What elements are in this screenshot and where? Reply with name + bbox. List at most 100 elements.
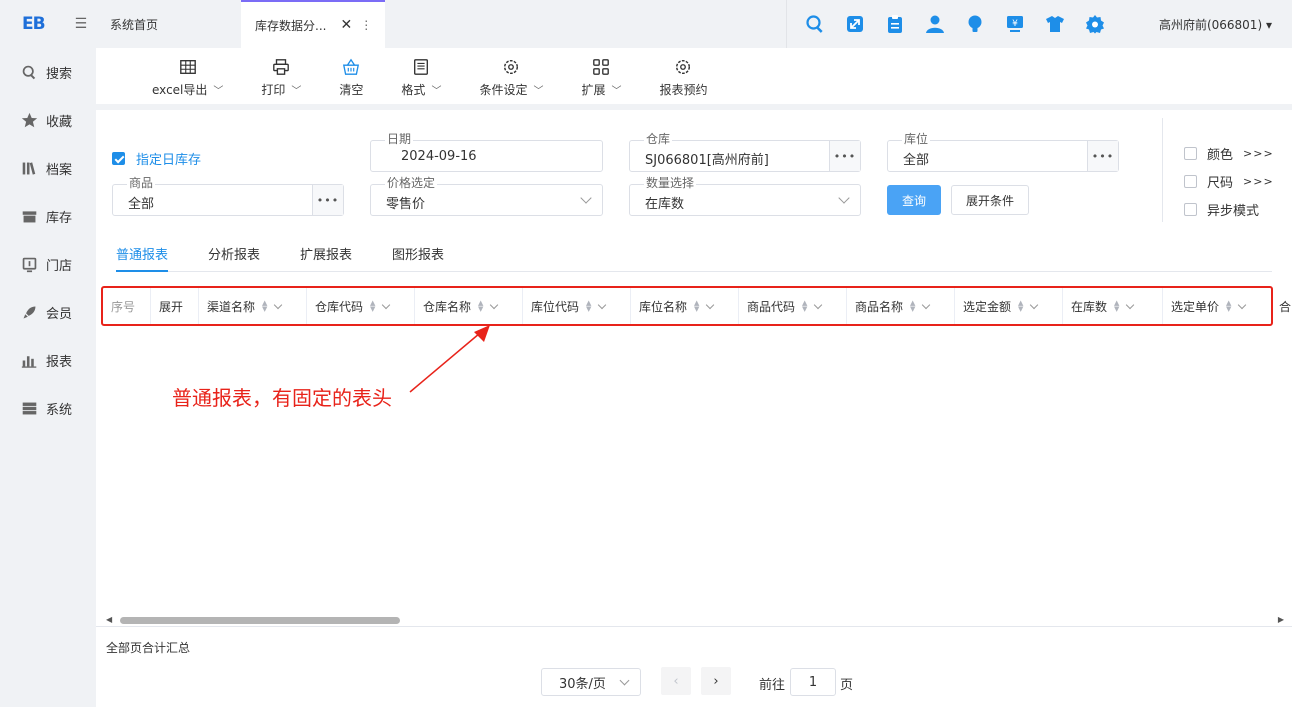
bulb-icon[interactable] — [963, 12, 987, 36]
column-header[interactable]: 渠道名称 ▲ ▼ — [199, 288, 307, 324]
sort-icon[interactable]: ▲ ▼ — [262, 300, 267, 313]
warehouse-field[interactable]: 仓库 SJ066801[高州府前] ••• — [629, 132, 861, 172]
ellipsis-icon[interactable]: ••• — [1087, 141, 1118, 171]
checkbox[interactable] — [1184, 203, 1197, 216]
tab-analysis-report[interactable]: 分析报表 — [208, 240, 260, 271]
sort-icon[interactable]: ▲ ▼ — [370, 300, 375, 313]
column-header[interactable]: 序号 — [103, 288, 151, 324]
column-header[interactable]: 仓库代码 ▲ ▼ — [307, 288, 415, 324]
page-size-select[interactable]: 30条/页 — [541, 668, 641, 696]
column-header[interactable]: 展开 — [151, 288, 199, 324]
tab-chart-report[interactable]: 图形报表 — [392, 240, 444, 271]
column-header[interactable]: 选定单价 ▲ ▼ — [1163, 288, 1271, 324]
scroll-thumb[interactable] — [120, 617, 400, 624]
column-header[interactable]: 库位代码 ▲ ▼ — [523, 288, 631, 324]
excel-export-button[interactable]: excel导出 ﹀ — [152, 58, 223, 98]
expand-icon[interactable] — [843, 12, 867, 36]
next-page-button[interactable]: › — [701, 667, 731, 695]
sort-icon[interactable]: ▲ ▼ — [694, 300, 699, 313]
chevron-down-icon[interactable] — [1238, 300, 1247, 309]
store-selector[interactable]: 高州府前(066801) ▾ — [1159, 16, 1272, 33]
scroll-left-icon[interactable]: ◀ — [106, 615, 112, 624]
sidebar-item-inventory[interactable]: 库存 — [0, 192, 96, 240]
chevron-down-icon[interactable] — [814, 300, 823, 309]
sort-icon[interactable]: ▲ ▼ — [478, 300, 483, 313]
tab-normal-report[interactable]: 普通报表 — [116, 240, 169, 272]
expand-conditions-button[interactable]: 展开条件 — [951, 185, 1029, 215]
quantity-select[interactable]: 数量选择 在库数 — [629, 176, 861, 216]
annotation-text: 普通报表，有固定的表头 — [172, 386, 392, 410]
print-button[interactable]: 打印 ﹀ — [261, 58, 301, 98]
sidebar-item-search[interactable]: 搜索 — [0, 48, 96, 96]
more-arrows[interactable]: >>> — [1243, 147, 1274, 160]
clear-button[interactable]: 清空 — [339, 58, 363, 98]
chevron-down-icon[interactable] — [1126, 300, 1135, 309]
prev-page-button[interactable]: ‹ — [661, 667, 691, 695]
sidebar-item-favorites[interactable]: 收藏 — [0, 96, 96, 144]
chevron-down-icon[interactable] — [382, 300, 391, 309]
format-button[interactable]: 格式 ﹀ — [401, 58, 441, 98]
option-async[interactable]: 异步模式 — [1184, 200, 1259, 219]
date-field[interactable]: 日期 2024-09-16 — [370, 132, 603, 172]
tab-home[interactable]: 系统首页 — [110, 0, 158, 48]
shirt-icon[interactable] — [1043, 12, 1067, 36]
location-field[interactable]: 库位 全部 ••• — [887, 132, 1119, 172]
sort-icon[interactable]: ▲ ▼ — [1018, 300, 1023, 313]
sidebar-item-system[interactable]: 系统 — [0, 384, 96, 432]
warehouse-input[interactable]: SJ066801[高州府前] — [645, 149, 769, 168]
goods-field[interactable]: 商品 全部 ••• — [112, 176, 344, 216]
chevron-down-icon[interactable] — [598, 300, 607, 309]
column-header[interactable]: 库位名称 ▲ ▼ — [631, 288, 739, 324]
more-vertical-icon[interactable]: ⋮ — [360, 18, 372, 32]
column-header[interactable]: 仓库名称 ▲ ▼ — [415, 288, 523, 324]
column-header-partial[interactable]: 合 — [1279, 298, 1291, 315]
date-input[interactable]: 2024-09-16 — [401, 149, 477, 164]
chevron-down-icon[interactable] — [922, 300, 931, 309]
more-arrows[interactable]: >>> — [1243, 175, 1274, 188]
option-color[interactable]: 颜色 >>> — [1184, 144, 1274, 163]
location-input[interactable]: 全部 — [903, 149, 929, 168]
ellipsis-icon[interactable]: ••• — [829, 141, 860, 171]
sidebar-item-store[interactable]: 门店 — [0, 240, 96, 288]
column-header[interactable]: 在库数 ▲ ▼ — [1063, 288, 1163, 324]
checkbox[interactable] — [1184, 147, 1197, 160]
sidebar-item-report[interactable]: 报表 — [0, 336, 96, 384]
tab-extended-report[interactable]: 扩展报表 — [300, 240, 352, 271]
condition-settings-button[interactable]: 条件设定 ﹀ — [479, 58, 543, 98]
gear-icon[interactable] — [1083, 12, 1107, 36]
menu-fold-icon[interactable]: ☰ — [75, 16, 88, 32]
column-header[interactable]: 商品名称 ▲ ▼ — [847, 288, 955, 324]
chevron-down-icon[interactable] — [490, 300, 499, 309]
horizontal-scrollbar[interactable]: ◀ ▶ — [104, 614, 1284, 626]
report-schedule-button[interactable]: 报表预约 — [659, 58, 707, 98]
column-header[interactable]: 选定金额 ▲ ▼ — [955, 288, 1063, 324]
scroll-right-icon[interactable]: ▶ — [1278, 615, 1284, 624]
sort-icon[interactable]: ▲ ▼ — [1226, 300, 1231, 313]
sort-icon[interactable]: ▲ ▼ — [586, 300, 591, 313]
extend-button[interactable]: 扩展 ﹀ — [581, 58, 621, 98]
chevron-down-icon[interactable] — [1030, 300, 1039, 309]
sort-icon[interactable]: ▲ ▼ — [802, 300, 807, 313]
tab-inventory-analysis[interactable]: 库存数据分... ✕ ⋮ — [241, 0, 385, 48]
sort-icon[interactable]: ▲ ▼ — [910, 300, 915, 313]
page-number-input[interactable]: 1 — [790, 668, 836, 696]
close-icon[interactable]: ✕ — [340, 17, 352, 33]
specified-date-checkbox[interactable]: 指定日库存 — [112, 149, 201, 168]
clipboard-icon[interactable] — [883, 12, 907, 36]
goods-input[interactable]: 全部 — [128, 193, 154, 212]
price-select[interactable]: 价格选定 零售价 — [370, 176, 603, 216]
chevron-down-icon[interactable] — [274, 300, 283, 309]
option-size[interactable]: 尺码 >>> — [1184, 172, 1274, 191]
column-header[interactable]: 商品代码 ▲ ▼ — [739, 288, 847, 324]
monitor-yuan-icon[interactable]: ¥ — [1003, 12, 1027, 36]
chevron-down-icon[interactable] — [706, 300, 715, 309]
ellipsis-icon[interactable]: ••• — [312, 185, 343, 215]
sidebar-item-member[interactable]: 会员 — [0, 288, 96, 336]
search-icon[interactable] — [803, 12, 827, 36]
sidebar-item-archive[interactable]: 档案 — [0, 144, 96, 192]
checkbox-checked[interactable] — [112, 152, 125, 165]
user-icon[interactable] — [923, 12, 947, 36]
sort-icon[interactable]: ▲ ▼ — [1114, 300, 1119, 313]
checkbox[interactable] — [1184, 175, 1197, 188]
query-button[interactable]: 查询 — [887, 185, 941, 215]
